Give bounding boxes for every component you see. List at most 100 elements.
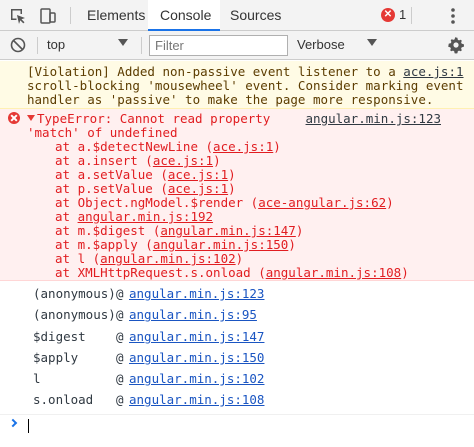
frame-text: ) (295, 223, 304, 238)
settings-icon[interactable] (447, 36, 467, 56)
table-row: (anonymous) @ angular.min.js:95 (0, 304, 474, 327)
context-selector[interactable]: top (47, 37, 65, 52)
clear-console-icon[interactable] (9, 36, 29, 56)
at-symbol: @ (116, 307, 124, 322)
stack-frame: at l (angular.min.js:102) (55, 251, 243, 266)
at-symbol: @ (116, 371, 124, 386)
dropdown-icon[interactable] (118, 39, 128, 46)
stack-frame: at p.setValue (ace.js:1) (55, 181, 236, 196)
at-symbol: @ (116, 329, 124, 344)
stack-frame: at XMLHttpRequest.s.onload (angular.min.… (55, 265, 409, 280)
frame-text: at a.insert ( (55, 153, 153, 168)
table-row: s.onload @ angular.min.js:108 (0, 389, 474, 412)
toolbar-divider (141, 37, 142, 54)
expand-triangle-icon[interactable] (27, 115, 35, 121)
prompt-chevron-icon (8, 418, 18, 428)
function-name: $digest (33, 329, 86, 344)
stack-source-link[interactable]: angular.min.js:102 (129, 371, 264, 386)
stack-frame: at a.setValue (ace.js:1) (55, 167, 236, 182)
frame-link[interactable]: ace.js:1 (153, 153, 213, 168)
frame-link[interactable]: angular.min.js:192 (78, 209, 213, 224)
error-message: TypeError: Cannot read property angular.… (0, 109, 474, 281)
frame-link[interactable]: ace.js:1 (168, 167, 228, 182)
function-name: (anonymous) (33, 307, 116, 322)
menu-icon[interactable] (443, 6, 463, 26)
violation-message: [Violation] Added non-passive event list… (0, 61, 474, 109)
frame-text: ) (273, 139, 281, 154)
frame-link[interactable]: angular.min.js:150 (153, 237, 288, 252)
frame-text: at Object.ngModel.$render ( (55, 195, 259, 210)
at-symbol: @ (116, 392, 124, 407)
table-row: $apply @ angular.min.js:150 (0, 347, 474, 370)
stack-frame: at m.$digest (angular.min.js:147) (55, 223, 303, 238)
toolbar-divider (411, 7, 412, 24)
frame-text: ) (235, 251, 244, 266)
console-prompt[interactable] (0, 414, 474, 436)
frame-link[interactable]: angular.min.js:147 (160, 223, 295, 238)
stack-frame: at a.$detectNewLine (ace.js:1) (55, 139, 281, 154)
frame-text: ) (386, 195, 394, 210)
devtools-tab-bar: Elements Console Sources ✕ 1 (0, 0, 474, 31)
stack-source-link[interactable]: angular.min.js:123 (129, 286, 264, 301)
error-count[interactable]: 1 (399, 7, 406, 22)
device-toolbar-icon[interactable] (38, 6, 58, 26)
frame-text: at a.$detectNewLine ( (55, 139, 214, 154)
stack-source-link[interactable]: angular.min.js:95 (129, 307, 257, 322)
warning-source-link[interactable]: ace.js:1 (403, 64, 463, 79)
toolbar-divider (37, 37, 38, 54)
log-level-selector[interactable]: Verbose (297, 37, 345, 52)
function-name: (anonymous) (33, 286, 116, 301)
at-symbol: @ (116, 350, 124, 365)
function-name: l (33, 371, 41, 386)
frame-text: at (55, 209, 78, 224)
dropdown-icon[interactable] (367, 39, 377, 46)
text-caret (28, 419, 29, 433)
frame-text: at l ( (55, 251, 101, 266)
stack-source-link[interactable]: angular.min.js:147 (129, 329, 264, 344)
table-row: $digest @ angular.min.js:147 (0, 326, 474, 349)
frame-text: at a.setValue ( (55, 167, 168, 182)
console-toolbar: top Verbose (0, 31, 474, 60)
frame-text: ) (213, 153, 221, 168)
error-icon (8, 112, 20, 124)
frame-link[interactable]: ace.js:1 (213, 139, 273, 154)
stack-source-link[interactable]: angular.min.js:150 (129, 350, 264, 365)
error-source-link[interactable]: angular.min.js:123 (306, 111, 441, 126)
tab-elements[interactable]: Elements (85, 0, 147, 31)
table-row: l @ angular.min.js:102 (0, 368, 474, 391)
tab-console-label: Console (160, 7, 212, 23)
tab-sources[interactable]: Sources (228, 0, 283, 31)
frame-link[interactable]: ace-angular.js:62 (258, 195, 386, 210)
frame-text: ) (228, 181, 236, 196)
warning-line: scroll-blocking 'mousewheel' event. Cons… (27, 78, 464, 93)
warning-line: [Violation] Added non-passive event list… (27, 64, 464, 79)
at-symbol: @ (116, 286, 124, 301)
frame-link[interactable]: angular.min.js:102 (100, 251, 235, 266)
frame-text: at m.$apply ( (55, 237, 153, 252)
toolbar-divider (70, 7, 71, 24)
frame-text: at p.setValue ( (55, 181, 168, 196)
tab-console[interactable]: Console (148, 0, 220, 31)
function-name: $apply (33, 350, 79, 365)
stack-frame: at m.$apply (angular.min.js:150) (55, 237, 296, 252)
error-icon[interactable]: ✕ (381, 8, 395, 22)
frame-text: ) (401, 265, 409, 280)
frame-link[interactable]: angular.min.js:108 (266, 265, 401, 280)
frame-text: ) (288, 237, 296, 252)
stack-source-link[interactable]: angular.min.js:108 (129, 392, 264, 407)
stack-frame: at Object.ngModel.$render (ace-angular.j… (55, 195, 394, 210)
frame-text: at XMLHttpRequest.s.onload ( (55, 265, 266, 280)
error-title: TypeError: Cannot read property (37, 111, 271, 126)
error-title-cont: 'match' of undefined (27, 125, 178, 140)
frame-link[interactable]: ace.js:1 (168, 181, 228, 196)
stack-frame: at a.insert (ace.js:1) (55, 153, 221, 168)
warning-line: handler as 'passive' to make the page mo… (27, 92, 434, 107)
table-row: (anonymous) @ angular.min.js:123 (0, 283, 474, 306)
stack-frame: at angular.min.js:192 (55, 209, 213, 224)
filter-input[interactable] (149, 35, 288, 56)
warning-text: [Violation] Added non-passive event list… (27, 64, 404, 79)
frame-text: ) (228, 167, 236, 182)
function-name: s.onload (33, 392, 94, 407)
inspect-icon[interactable] (8, 6, 28, 26)
frame-text: at m.$digest ( (55, 223, 161, 238)
